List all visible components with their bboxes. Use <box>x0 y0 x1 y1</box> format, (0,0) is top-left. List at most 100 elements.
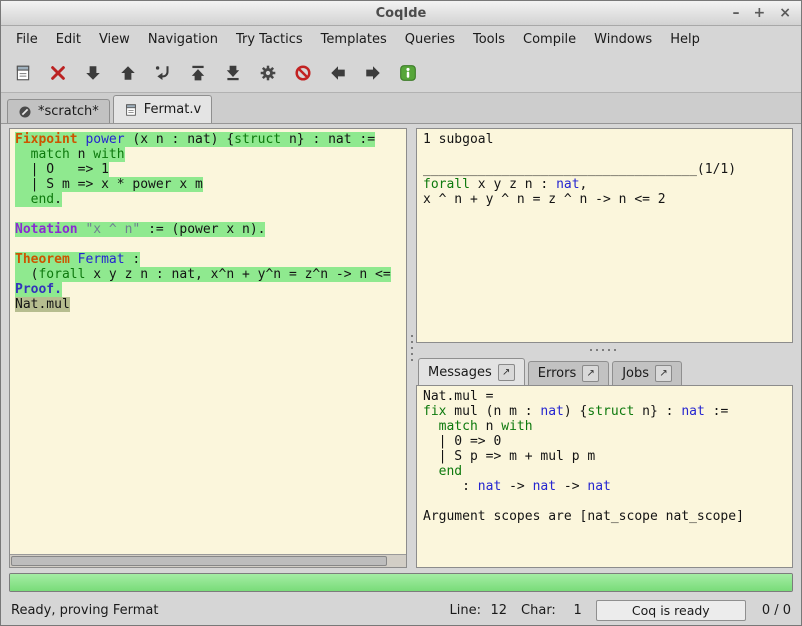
arrow-to-bottom-icon <box>224 64 242 82</box>
editor-line[interactable]: match n with <box>15 147 401 162</box>
goals-panel: 1 subgoal ______________________________… <box>416 128 793 343</box>
editor-line[interactable]: Theorem Fermat : <box>15 252 401 267</box>
vertical-splitter[interactable] <box>407 128 416 568</box>
detach-icon[interactable]: ↗ <box>498 364 515 381</box>
arrow-down-icon <box>84 64 102 82</box>
info-button[interactable] <box>394 59 422 87</box>
editor-line[interactable]: Proof. <box>15 282 401 297</box>
menu-compile[interactable]: Compile <box>514 28 585 51</box>
go-to-start-button[interactable] <box>184 59 212 87</box>
tab-fermat[interactable]: Fermat.v <box>113 95 212 123</box>
editor-line[interactable]: Nat.mul <box>15 297 401 312</box>
coq-status: Coq is ready <box>596 600 746 621</box>
tab-jobs[interactable]: Jobs ↗ <box>612 361 682 385</box>
job-counter: 0 / 0 <box>762 603 791 618</box>
messages-line: : nat -> nat -> nat <box>423 479 786 494</box>
editor-line[interactable] <box>15 207 401 222</box>
messages-line: Nat.mul = <box>423 389 786 404</box>
status-text: Ready, proving Fermat <box>11 603 158 618</box>
progress-fill <box>10 574 792 591</box>
close-buffer-button[interactable] <box>44 59 72 87</box>
menu-view[interactable]: View <box>90 28 139 51</box>
messages-line: | 0 => 0 <box>423 434 786 449</box>
messages-line: end <box>423 464 786 479</box>
messages-line: Argument scopes are [nat_scope nat_scope… <box>423 509 786 524</box>
next-button[interactable] <box>359 59 387 87</box>
detach-icon[interactable]: ↗ <box>655 365 672 382</box>
editor-line[interactable]: (forall x y z n : nat, x^n + y^n = z^n -… <box>15 267 401 282</box>
messages-line: | S p => m + mul p m <box>423 449 786 464</box>
horizontal-scrollbar[interactable] <box>10 554 406 567</box>
detach-icon[interactable]: ↗ <box>582 365 599 382</box>
info-icon <box>399 64 417 82</box>
step-forward-button[interactable] <box>79 59 107 87</box>
editor-line[interactable] <box>15 237 401 252</box>
tab-label: *scratch* <box>38 104 99 119</box>
editor-line[interactable]: Fixpoint power (x n : nat) {struct n} : … <box>15 132 401 147</box>
script-editor-panel: Fixpoint power (x n : nat) {struct n} : … <box>9 128 407 568</box>
interrupt-button[interactable] <box>289 59 317 87</box>
goals-line: x ^ n + y ^ n = z ^ n -> n <= 2 <box>423 192 786 207</box>
arrow-right-icon <box>364 64 382 82</box>
fully-check-button[interactable] <box>254 59 282 87</box>
maximize-button[interactable]: + <box>754 6 766 20</box>
menu-try-tactics[interactable]: Try Tactics <box>227 28 312 51</box>
previous-button[interactable] <box>324 59 352 87</box>
menu-templates[interactable]: Templates <box>312 28 396 51</box>
scrollbar-thumb[interactable] <box>11 556 387 566</box>
save-button[interactable] <box>9 59 37 87</box>
menubar: FileEditViewNavigationTry TacticsTemplat… <box>1 26 801 53</box>
menu-windows[interactable]: Windows <box>585 28 661 51</box>
splitter-grip-icon <box>411 335 413 361</box>
messages-line: fix mul (n m : nat) {struct n} : nat := <box>423 404 786 419</box>
titlebar[interactable]: CoqIde – + × <box>1 1 801 26</box>
minimize-button[interactable]: – <box>733 6 740 20</box>
menu-file[interactable]: File <box>7 28 47 51</box>
file-icon <box>124 103 138 117</box>
step-backward-button[interactable] <box>114 59 142 87</box>
editor-line[interactable]: Notation "x ^ n" := (power x n). <box>15 222 401 237</box>
horizontal-splitter[interactable] <box>416 343 793 356</box>
messages-line <box>423 494 786 509</box>
gear-icon <box>259 64 277 82</box>
document-tabbar: *scratch* Fermat.v <box>1 93 801 124</box>
progress-bar <box>9 573 793 592</box>
goals-line: ___________________________________(1/1) <box>423 162 786 177</box>
tab-messages[interactable]: Messages ↗ <box>418 358 525 385</box>
tab-scratch[interactable]: *scratch* <box>7 99 110 123</box>
close-icon <box>49 64 67 82</box>
no-entry-icon <box>294 64 312 82</box>
editor-line[interactable]: end. <box>15 192 401 207</box>
close-button[interactable]: × <box>779 6 791 20</box>
main-area: Fixpoint power (x n : nat) {struct n} : … <box>9 128 793 568</box>
arrow-to-top-icon <box>189 64 207 82</box>
coqide-window: CoqIde – + × FileEditViewNavigationTry T… <box>0 0 802 626</box>
window-title: CoqIde <box>376 6 427 21</box>
tab-label: Fermat.v <box>144 102 201 117</box>
save-file-icon <box>14 64 32 82</box>
char-number: 1 <box>562 603 582 618</box>
go-to-cursor-button[interactable] <box>149 59 177 87</box>
tab-errors[interactable]: Errors ↗ <box>528 361 609 385</box>
goals-line <box>423 147 786 162</box>
pencil-icon <box>18 105 32 119</box>
arrow-up-icon <box>119 64 137 82</box>
editor-line[interactable]: | O => 1 <box>15 162 401 177</box>
go-to-end-button[interactable] <box>219 59 247 87</box>
messages-line: match n with <box>423 419 786 434</box>
line-label: Line: <box>450 603 481 618</box>
statusbar: Ready, proving Fermat Line: 12 Char: 1 C… <box>1 595 801 625</box>
editor-line[interactable]: | S m => x * power x m <box>15 177 401 192</box>
menu-tools[interactable]: Tools <box>464 28 514 51</box>
script-editor[interactable]: Fixpoint power (x n : nat) {struct n} : … <box>10 129 406 554</box>
message-tabbar: Messages ↗ Errors ↗ Jobs ↗ <box>416 356 793 385</box>
char-label: Char: <box>521 603 556 618</box>
goals-line: 1 subgoal <box>423 132 786 147</box>
menu-help[interactable]: Help <box>661 28 709 51</box>
splitter-grip-icon <box>590 349 620 351</box>
arrow-left-icon <box>329 64 347 82</box>
messages-panel: Nat.mul = fix mul (n m : nat) {struct n}… <box>416 385 793 568</box>
menu-navigation[interactable]: Navigation <box>139 28 227 51</box>
menu-edit[interactable]: Edit <box>47 28 90 51</box>
menu-queries[interactable]: Queries <box>396 28 464 51</box>
